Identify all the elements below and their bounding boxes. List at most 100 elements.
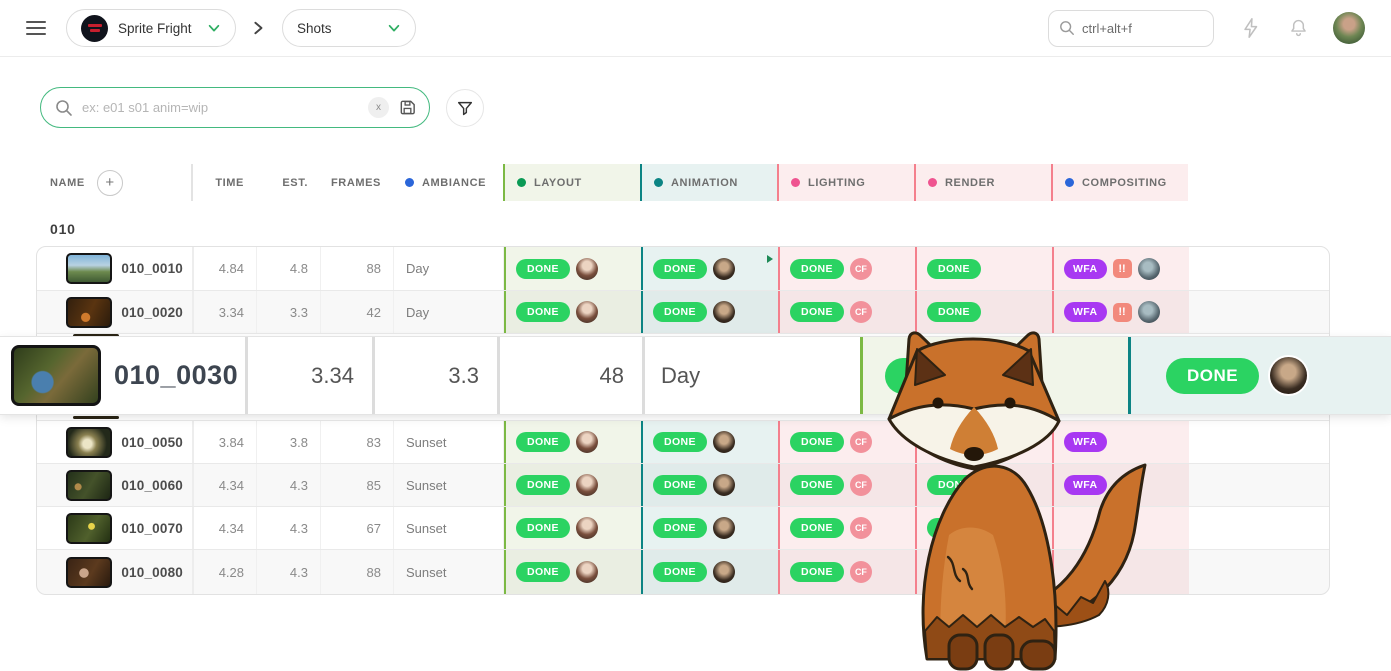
shot-thumbnail[interactable] [66,557,112,588]
layout-cell[interactable]: DONE [504,291,641,333]
status-badge[interactable]: DONE [516,302,570,322]
user-avatar[interactable] [1333,12,1365,44]
shot-name[interactable]: 010_0050 [121,435,183,450]
assignee-avatar[interactable] [576,561,598,583]
assignee-avatar[interactable] [713,301,735,323]
animation-cell[interactable]: DONE [641,291,778,333]
assignee-avatar[interactable] [576,474,598,496]
status-badge[interactable]: DONE [516,475,570,495]
status-badge[interactable]: DONE [790,518,844,538]
status-badge[interactable]: WFA [1064,302,1107,322]
status-badge[interactable]: DONE [790,302,844,322]
notifications-bell-icon[interactable] [1288,17,1309,39]
shot-name[interactable]: 010_0080 [121,565,183,580]
status-badge[interactable]: DONE [516,562,570,582]
animation-cell[interactable]: DONE [641,507,778,549]
column-header-layout[interactable]: LAYOUT [503,164,640,201]
status-badge[interactable]: DONE [927,259,981,279]
zoomed-row[interactable]: 010_0030 3.34 3.3 48 Day DONE DONE [0,337,1391,414]
assignee-avatar[interactable] [576,517,598,539]
status-badge[interactable]: DONE [653,475,707,495]
add-column-button[interactable]: + [97,170,123,196]
status-badge[interactable]: DONE [1166,358,1259,394]
shot-name[interactable]: 010_0030 [114,360,238,391]
assignee-avatar[interactable] [713,474,735,496]
shot-filter-input[interactable] [82,100,359,115]
assignee-avatar[interactable] [1138,301,1160,323]
shot-thumbnail[interactable] [66,253,112,284]
shot-name[interactable]: 010_0010 [121,261,183,276]
animation-cell[interactable]: DONE [1128,337,1391,414]
status-badge[interactable]: DONE [653,302,707,322]
layout-cell[interactable]: DONE [504,464,641,506]
layout-cell[interactable]: DONE [504,550,641,594]
shot-name[interactable]: 010_0060 [121,478,183,493]
status-badge[interactable]: WFA [1064,259,1107,279]
activity-icon[interactable] [1240,17,1262,39]
status-badge[interactable]: DONE [516,518,570,538]
shot-filter[interactable]: x [40,87,430,128]
assignee-avatar[interactable] [713,517,735,539]
status-badge[interactable]: DONE [516,432,570,452]
assignee-initials[interactable]: CF [850,258,872,280]
status-badge[interactable]: DONE [927,302,981,322]
status-badge[interactable]: DONE [790,259,844,279]
filter-button[interactable] [446,89,484,127]
shot-thumbnail[interactable] [11,345,101,406]
lighting-cell[interactable]: DONE CF [778,247,915,290]
lighting-cell[interactable]: DONE CF [778,291,915,333]
project-selector[interactable]: Sprite Fright [66,9,236,47]
column-header-time[interactable]: TIME [193,164,256,201]
table-row[interactable]: 010_0020 3.34 3.3 42 Day DONE DONE DONE … [37,291,1329,334]
assignee-avatar[interactable] [713,561,735,583]
layout-cell[interactable]: DONE [504,247,641,290]
menu-icon[interactable] [26,21,46,35]
status-badge[interactable]: DONE [516,259,570,279]
context-selector[interactable]: Shots [282,9,416,47]
assignee-avatar[interactable] [713,431,735,453]
shot-name[interactable]: 010_0020 [121,305,183,320]
render-cell[interactable]: DONE [915,247,1052,290]
status-badge[interactable]: DONE [790,562,844,582]
global-search[interactable] [1048,10,1214,47]
assignee-avatar[interactable] [713,258,735,280]
status-badge[interactable]: DONE [790,475,844,495]
assignee-avatar[interactable] [576,431,598,453]
layout-cell[interactable]: DONE [504,507,641,549]
ambiance-dot-icon [405,178,414,187]
shot-thumbnail[interactable] [66,513,112,544]
assignee-avatar[interactable] [576,258,598,280]
column-header-ambiance[interactable]: AMBIANCE [393,164,503,201]
compositing-cell[interactable]: WFA !! [1052,291,1189,333]
animation-cell[interactable]: DONE [641,464,778,506]
column-header-animation[interactable]: ANIMATION [640,164,777,201]
status-badge[interactable]: DONE [653,562,707,582]
status-badge[interactable]: DONE [653,259,707,279]
status-badge[interactable]: DONE [653,518,707,538]
status-badge[interactable]: DONE [790,432,844,452]
column-header-compositing[interactable]: COMPOSITING [1051,164,1188,201]
column-header-est[interactable]: EST. [256,164,320,201]
animation-cell[interactable]: DONE [641,247,778,290]
assignee-avatar[interactable] [576,301,598,323]
shot-name[interactable]: 010_0070 [121,521,183,536]
clear-filter-button[interactable]: x [368,97,389,118]
shot-thumbnail[interactable] [66,470,112,501]
table-row[interactable]: 010_0010 4.84 4.8 88 Day DONE DONE DONE … [37,247,1329,291]
assignee-avatar[interactable] [1138,258,1160,280]
column-header-lighting[interactable]: LIGHTING [777,164,914,201]
assignee-initials[interactable]: CF [850,301,872,323]
shot-thumbnail[interactable] [66,427,112,458]
column-header-render[interactable]: RENDER [914,164,1051,201]
save-filter-button[interactable] [398,98,417,117]
global-search-input[interactable] [1082,21,1182,36]
assignee-avatar[interactable] [1270,357,1307,394]
animation-cell[interactable]: DONE [641,550,778,594]
render-cell[interactable]: DONE [915,291,1052,333]
layout-cell[interactable]: DONE [504,421,641,463]
column-header-frames[interactable]: FRAMES [320,164,393,201]
animation-cell[interactable]: DONE [641,421,778,463]
shot-thumbnail[interactable] [66,297,112,328]
status-badge[interactable]: DONE [653,432,707,452]
compositing-cell[interactable]: WFA !! [1052,247,1189,290]
